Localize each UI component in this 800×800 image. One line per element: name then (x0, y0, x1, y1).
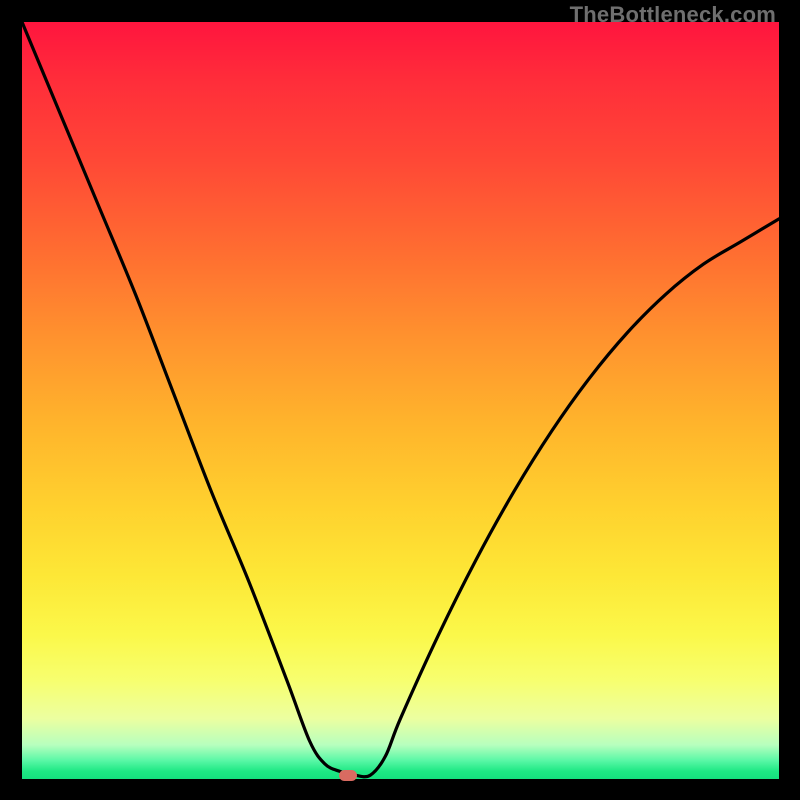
watermark-text: TheBottleneck.com (570, 2, 776, 28)
optimum-marker (339, 770, 357, 781)
bottleneck-curve (22, 22, 779, 779)
chart-frame: TheBottleneck.com (0, 0, 800, 800)
